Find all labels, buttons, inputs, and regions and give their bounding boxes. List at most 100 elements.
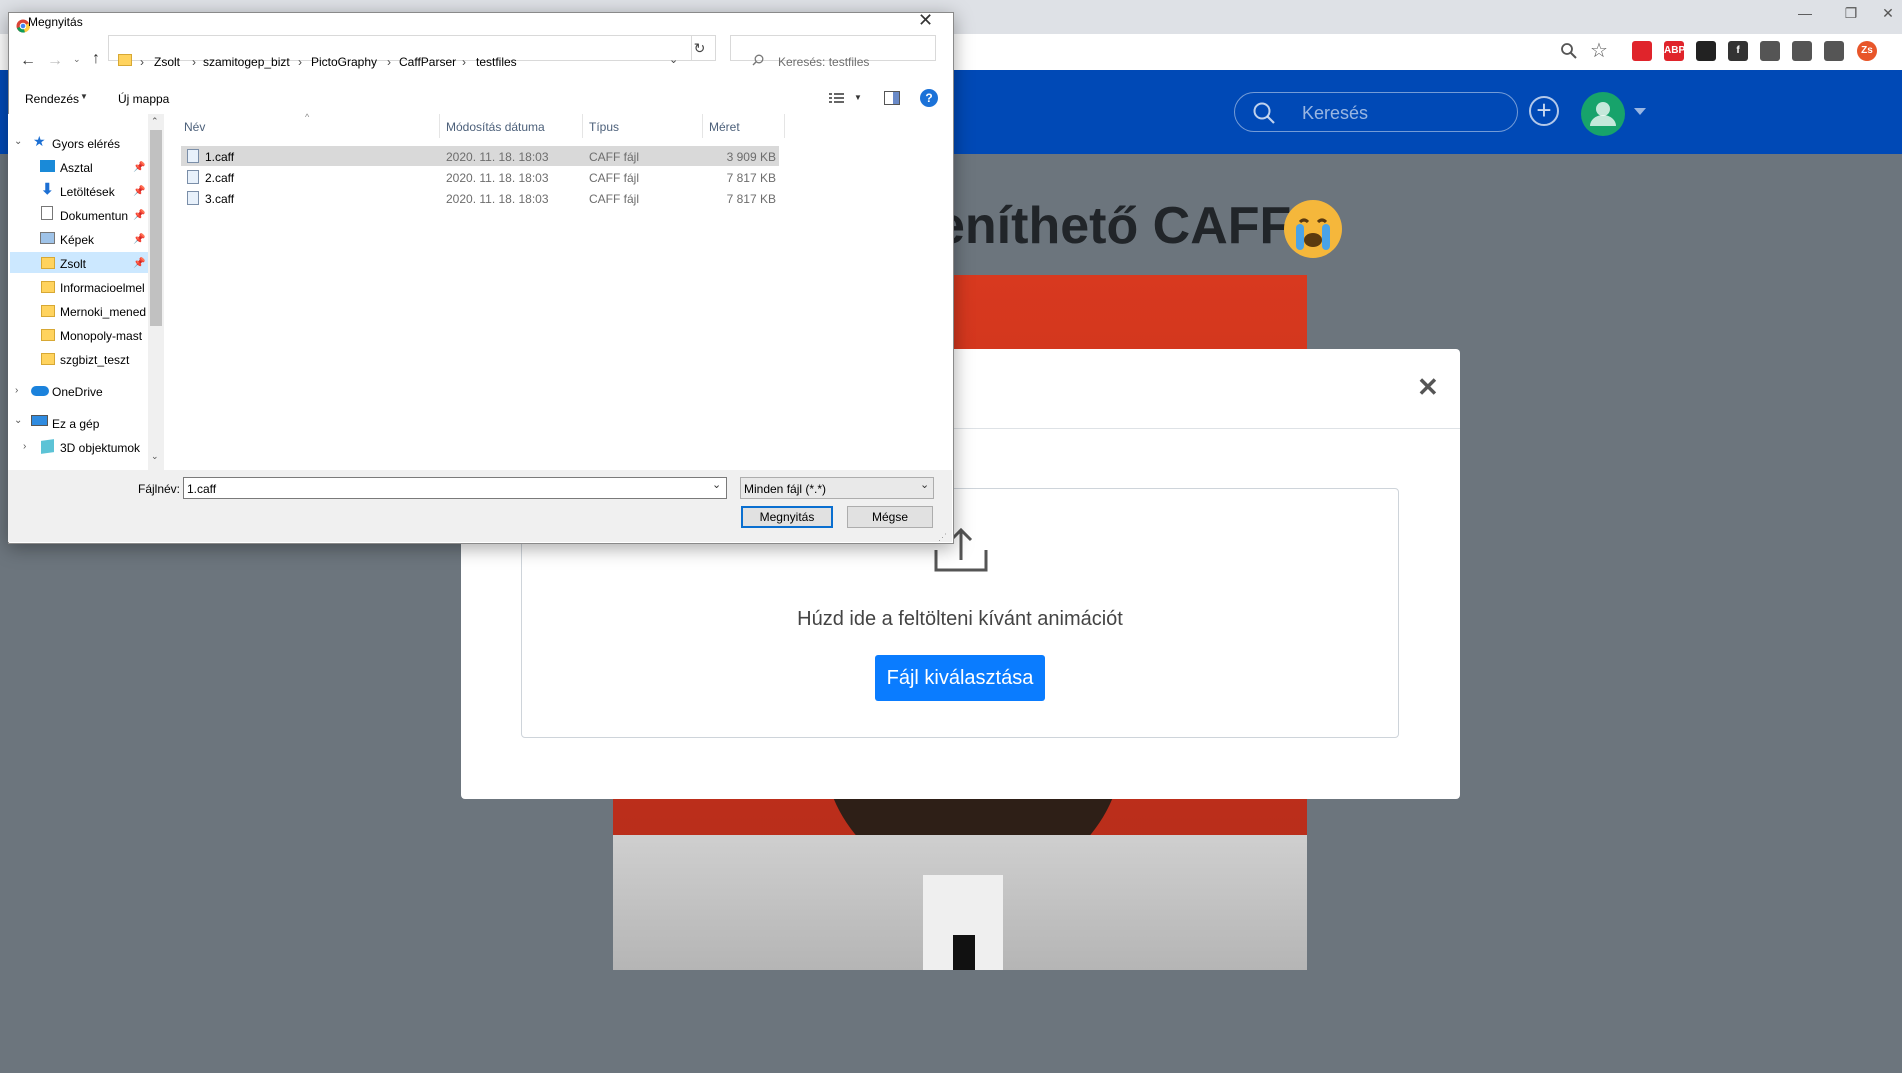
- nav-item-monopoly[interactable]: Monopoly-mast: [60, 329, 148, 343]
- trello-icon[interactable]: [1696, 41, 1716, 61]
- expand-chevron-icon[interactable]: ›: [23, 441, 26, 452]
- pin-icon: 📌: [133, 162, 146, 173]
- circle-icon[interactable]: [1792, 41, 1812, 61]
- column-header-name[interactable]: Név: [184, 120, 205, 134]
- pictures-icon: [40, 232, 55, 244]
- column-header-size[interactable]: Méret: [709, 120, 740, 134]
- pin-icon: 📌: [133, 258, 146, 269]
- folder-icon: [41, 257, 55, 269]
- column-divider[interactable]: [582, 114, 583, 138]
- filename-value: 1.caff: [187, 482, 217, 496]
- nav-item-letoltesek[interactable]: Letöltések: [60, 185, 115, 199]
- add-icon[interactable]: +: [1529, 96, 1559, 126]
- nav-item-dokumentumok[interactable]: Dokumentun: [60, 209, 128, 223]
- scroll-down-icon[interactable]: ⌄: [151, 451, 159, 462]
- bookmark-star-icon[interactable]: ☆: [1590, 38, 1608, 63]
- refresh-icon[interactable]: ↻: [684, 35, 716, 61]
- breadcrumb-pictography[interactable]: PictoGraphy: [311, 55, 377, 69]
- expand-chevron-icon[interactable]: ⌄: [14, 415, 22, 426]
- document-icon: [41, 206, 53, 220]
- nav-item-mernoki[interactable]: Mernoki_mened: [60, 305, 148, 319]
- nav-3d-objects[interactable]: 3D objektumok: [60, 441, 140, 455]
- news-icon[interactable]: [1760, 41, 1780, 61]
- nav-this-pc[interactable]: Ez a gép: [52, 417, 99, 431]
- up-arrow-icon[interactable]: ↑: [92, 50, 100, 68]
- ublock-icon[interactable]: [1632, 41, 1652, 61]
- new-folder-button[interactable]: Új mappa: [118, 92, 169, 106]
- expand-chevron-icon[interactable]: ›: [15, 385, 18, 396]
- preview-pane-icon[interactable]: [884, 91, 900, 105]
- column-header-type[interactable]: Típus: [589, 120, 619, 134]
- chevron-down-icon[interactable]: ⌄: [712, 478, 721, 491]
- modal-close-button[interactable]: ✕: [1417, 372, 1439, 403]
- page-title: eníthető CAFF: [936, 197, 1292, 255]
- minimize-button[interactable]: —: [1782, 0, 1828, 28]
- avatar[interactable]: [1581, 92, 1625, 136]
- nav-quick-access[interactable]: Gyors elérés: [52, 137, 120, 151]
- chevron-down-icon: ▼: [80, 92, 88, 101]
- facebook-icon[interactable]: f: [1728, 41, 1748, 61]
- nav-onedrive[interactable]: OneDrive: [52, 385, 103, 399]
- breadcrumb-szamitogep[interactable]: szamitogep_bizt: [203, 55, 290, 69]
- pin-icon: 📌: [133, 234, 146, 245]
- cube-3d-icon: [41, 439, 54, 454]
- recent-dropdown-icon[interactable]: ⌄: [73, 54, 81, 65]
- chevron-down-icon[interactable]: [1634, 108, 1646, 115]
- search-input[interactable]: [1234, 92, 1518, 132]
- nav-item-informacioelmelet[interactable]: Informacioelmel: [60, 281, 148, 295]
- nav-scroll-thumb[interactable]: [150, 130, 162, 326]
- view-options-icon[interactable]: [829, 92, 845, 104]
- open-button[interactable]: Megnyitás: [741, 506, 833, 528]
- organize-button[interactable]: Rendezés: [25, 92, 79, 106]
- file-type: CAFF fájl: [589, 150, 640, 164]
- resize-grip-icon[interactable]: ⋰: [938, 532, 947, 543]
- file-type: CAFF fájl: [589, 192, 640, 206]
- user-icon: [1590, 102, 1616, 126]
- filename-input[interactable]: [183, 477, 727, 499]
- search-placeholder: Keresés: [1302, 103, 1369, 123]
- back-arrow-icon[interactable]: ←: [20, 52, 36, 70]
- folder-icon: [118, 54, 132, 66]
- file-type-filter-value: Minden fájl (*.*): [744, 482, 827, 496]
- column-divider[interactable]: [784, 114, 785, 138]
- column-divider[interactable]: [439, 114, 440, 138]
- nav-item-kepek[interactable]: Képek: [60, 233, 94, 247]
- profile-icon[interactable]: Zs: [1857, 41, 1877, 61]
- nav-item-asztal[interactable]: Asztal: [60, 161, 93, 175]
- expand-chevron-icon[interactable]: ⌄: [14, 136, 22, 147]
- dialog-close-button[interactable]: ✕: [918, 10, 933, 31]
- breadcrumb-zsolt[interactable]: Zsolt: [154, 55, 180, 69]
- computer-icon: [31, 415, 48, 426]
- address-dropdown-icon[interactable]: ⌄: [669, 53, 678, 66]
- dialog-search-placeholder: Keresés: testfiles: [778, 55, 870, 69]
- column-header-modified[interactable]: Módosítás dátuma: [446, 120, 545, 134]
- file-name: 3.caff: [205, 192, 235, 206]
- sort-ascending-icon: ^: [305, 112, 310, 122]
- file-icon: [187, 170, 199, 184]
- file-size: 7 817 KB: [726, 171, 776, 185]
- nav-item-szgbizt[interactable]: szgbizt_teszt: [60, 353, 129, 367]
- cancel-button[interactable]: Mégse: [847, 506, 933, 528]
- file-modified: 2020. 11. 18. 18:03: [446, 171, 549, 185]
- choose-file-button[interactable]: Fájl kiválasztása: [875, 655, 1045, 701]
- breadcrumb-caffparser[interactable]: CaffParser: [399, 55, 456, 69]
- column-divider[interactable]: [702, 114, 703, 138]
- forward-arrow-icon[interactable]: →: [47, 52, 63, 70]
- file-name: 1.caff: [205, 150, 235, 164]
- help-icon[interactable]: ?: [920, 89, 938, 107]
- restore-button[interactable]: ❐: [1828, 0, 1874, 28]
- nav-item-zsolt[interactable]: Zsolt: [60, 257, 86, 271]
- puzzle-icon[interactable]: [1824, 41, 1844, 61]
- zoom-icon[interactable]: [1560, 42, 1578, 60]
- folder-icon: [41, 305, 55, 317]
- pin-icon: 📌: [133, 210, 146, 221]
- folder-icon: [41, 353, 55, 365]
- browser-close-button[interactable]: ✕: [1874, 0, 1902, 28]
- breadcrumb-sep-icon: ›: [140, 55, 144, 69]
- scroll-up-icon[interactable]: ⌃: [151, 116, 159, 127]
- view-dropdown-icon[interactable]: ▼: [854, 93, 862, 102]
- chevron-down-icon[interactable]: ⌄: [920, 478, 929, 491]
- file-modified: 2020. 11. 18. 18:03: [446, 150, 549, 164]
- adblock-icon[interactable]: ABP: [1664, 41, 1685, 61]
- breadcrumb-testfiles[interactable]: testfiles: [476, 55, 517, 69]
